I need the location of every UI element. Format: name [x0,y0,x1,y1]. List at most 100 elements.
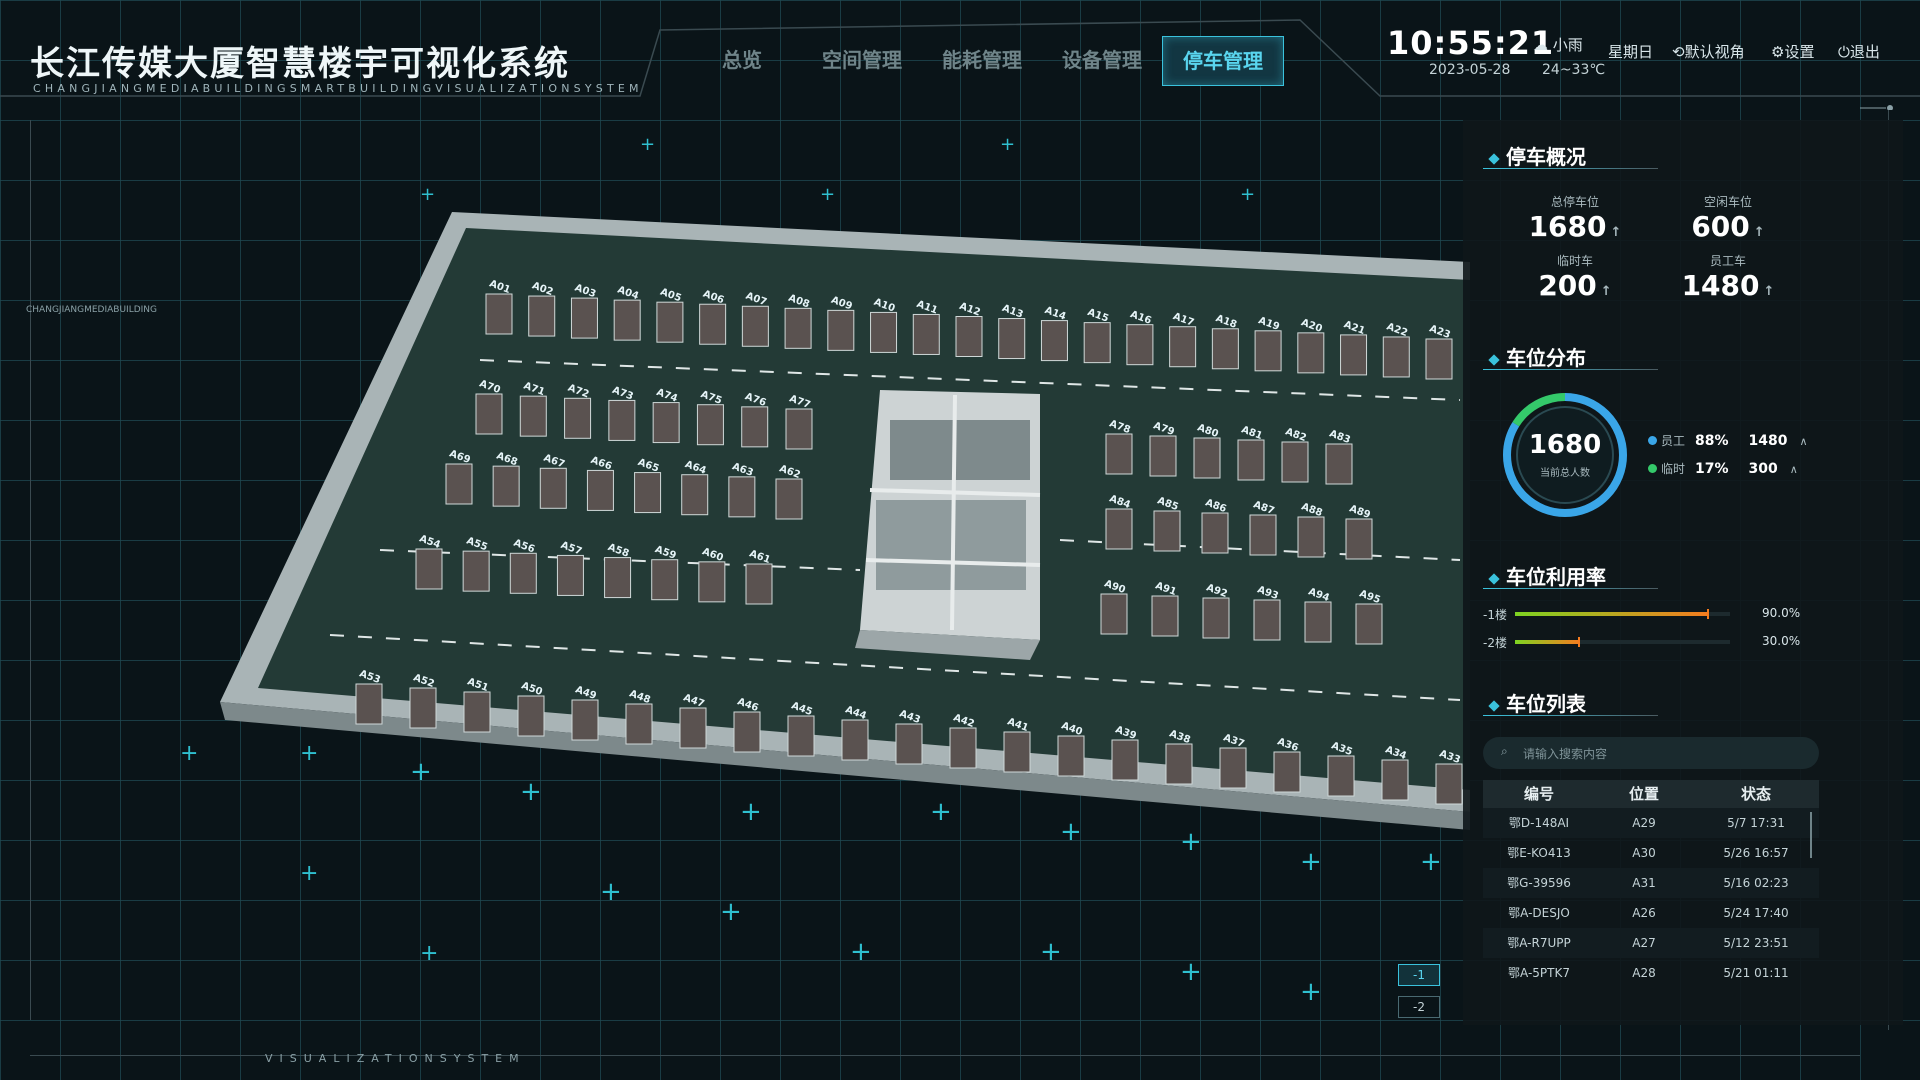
parking-spot[interactable]: A83 [1325,428,1353,485]
parking-spot[interactable]: A17 [1169,311,1197,368]
parking-spot[interactable]: A61 [745,548,773,605]
table-row[interactable]: 鄂D-148AI A29 5/7 17:31 [1483,808,1819,838]
parking-spot[interactable]: A02 [528,280,556,337]
parking-spot[interactable]: A67 [539,453,567,509]
tab-devices[interactable]: 设备管理 [1042,36,1162,84]
table-row[interactable]: 鄂A-DESJO A26 5/24 17:40 [1483,898,1819,928]
parking-spot[interactable]: A66 [586,455,614,511]
parking-spot[interactable]: A84 [1105,493,1133,550]
parking-spot[interactable]: A15 [1083,307,1111,364]
parking-spot[interactable]: A35 [1327,740,1355,797]
parking-spot[interactable]: A20 [1297,317,1325,374]
parking-spot[interactable]: A73 [608,385,636,441]
parking-spot[interactable]: A34 [1381,744,1409,801]
parking-spot[interactable]: A74 [652,387,680,444]
parking-spot[interactable]: A69 [445,448,473,505]
parking-spot[interactable]: A81 [1237,424,1265,481]
table-row[interactable]: 鄂E-KO413 A30 5/26 16:57 [1483,838,1819,868]
parking-spot[interactable]: A42 [949,712,977,769]
search-input[interactable] [1521,737,1805,771]
parking-spot[interactable]: A63 [728,461,756,518]
parking-spot[interactable]: A40 [1057,720,1085,777]
parking-spot[interactable]: A82 [1281,426,1309,483]
parking-spot[interactable]: A56 [509,538,537,594]
parking-spot[interactable]: A04 [613,285,641,341]
parking-spot[interactable]: A64 [681,459,709,516]
parking-spot[interactable]: A49 [571,684,599,741]
settings-button[interactable]: ⚙设置 [1771,41,1814,62]
parking-spot[interactable]: A65 [634,457,662,514]
parking-spot[interactable]: A53 [355,668,383,725]
parking-spot[interactable]: A52 [409,672,437,729]
parking-spot[interactable]: A01 [485,278,513,335]
table-row[interactable]: 鄂G-39596 A31 5/16 02:23 [1483,868,1819,898]
parking-spot[interactable]: A92 [1202,582,1230,639]
parking-spot[interactable]: A75 [696,389,724,446]
parking-spot[interactable]: A86 [1201,497,1229,554]
parking-spot[interactable]: A62 [775,463,803,520]
parking-spot[interactable]: A03 [570,282,598,339]
parking-spot[interactable]: A90 [1100,578,1128,635]
parking-spot[interactable]: A51 [463,676,491,733]
parking-spot[interactable]: A47 [679,692,707,749]
parking-spot[interactable]: A59 [651,544,679,601]
parking-spot[interactable]: A08 [784,293,812,349]
tab-parking[interactable]: 停车管理 [1162,36,1284,86]
parking-spot[interactable]: A55 [462,536,490,592]
parking-spot[interactable]: A89 [1345,503,1373,560]
floor-button-b2[interactable]: -2 [1398,996,1440,1018]
parking-spot[interactable]: A33 [1435,748,1463,805]
table-scrollbar[interactable] [1810,812,1812,858]
parking-spot[interactable]: A68 [492,451,520,507]
parking-spot[interactable]: A14 [1040,305,1068,362]
parking-spot[interactable]: A37 [1219,732,1247,789]
parking-spot[interactable]: A94 [1304,586,1332,643]
parking-spot[interactable]: A78 [1105,418,1133,475]
parking-spot[interactable]: A05 [656,287,684,343]
parking-spot[interactable]: A22 [1382,321,1410,378]
tab-space[interactable]: 空间管理 [802,36,922,84]
parking-spot[interactable]: A95 [1355,588,1383,645]
parking-spot[interactable]: A71 [519,381,547,437]
parking-spot[interactable]: A06 [699,289,727,345]
parking-spot[interactable]: A72 [564,383,592,439]
tab-energy[interactable]: 能耗管理 [922,36,1042,84]
parking-spot[interactable]: A54 [415,533,443,590]
parking-spot[interactable]: A10 [870,297,898,353]
parking-spot[interactable]: A21 [1340,319,1368,376]
parking-spot[interactable]: A93 [1253,584,1281,641]
parking-spot[interactable]: A77 [785,393,813,450]
table-row[interactable]: 鄂A-R7UPP A27 5/12 23:51 [1483,928,1819,958]
parking-spot[interactable]: A60 [698,546,726,603]
parking-spot[interactable]: A07 [741,291,769,347]
parking-spot[interactable]: A85 [1153,495,1181,552]
tab-overview[interactable]: 总览 [682,36,802,84]
parking-spot[interactable]: A23 [1425,323,1453,380]
parking-spot[interactable]: A50 [517,680,545,737]
parking-spot[interactable]: A80 [1193,422,1221,479]
parking-spot[interactable]: A39 [1111,724,1139,781]
parking-spot[interactable]: A76 [741,391,769,448]
exit-button[interactable]: ⏻退出 [1838,41,1880,62]
parking-spot[interactable]: A12 [955,301,983,357]
floor-button-b1[interactable]: -1 [1398,964,1440,986]
parking-spot[interactable]: A91 [1151,580,1179,637]
parking-spot[interactable]: A19 [1254,315,1282,372]
parking-spot[interactable]: A13 [998,303,1026,360]
parking-spot[interactable]: A79 [1149,420,1177,477]
parking-spot[interactable]: A70 [475,378,503,435]
parking-spot[interactable]: A43 [895,708,923,765]
parking-spot[interactable]: A16 [1126,309,1154,366]
parking-spot[interactable]: A38 [1165,728,1193,785]
parking-spot[interactable]: A11 [912,299,940,355]
parking-spot[interactable]: A41 [1003,716,1031,773]
parking-spot[interactable]: A88 [1297,501,1325,558]
parking-spot[interactable]: A09 [827,295,855,351]
parking-spot[interactable]: A44 [841,704,869,761]
parking-spot[interactable]: A18 [1211,313,1239,370]
parking-spot[interactable]: A48 [625,688,653,745]
parking-spot[interactable]: A45 [787,700,815,757]
parking-spot[interactable]: A57 [556,540,584,596]
default-view-button[interactable]: ⟲默认视角 [1672,41,1745,62]
parking-spot[interactable]: A36 [1273,736,1301,793]
